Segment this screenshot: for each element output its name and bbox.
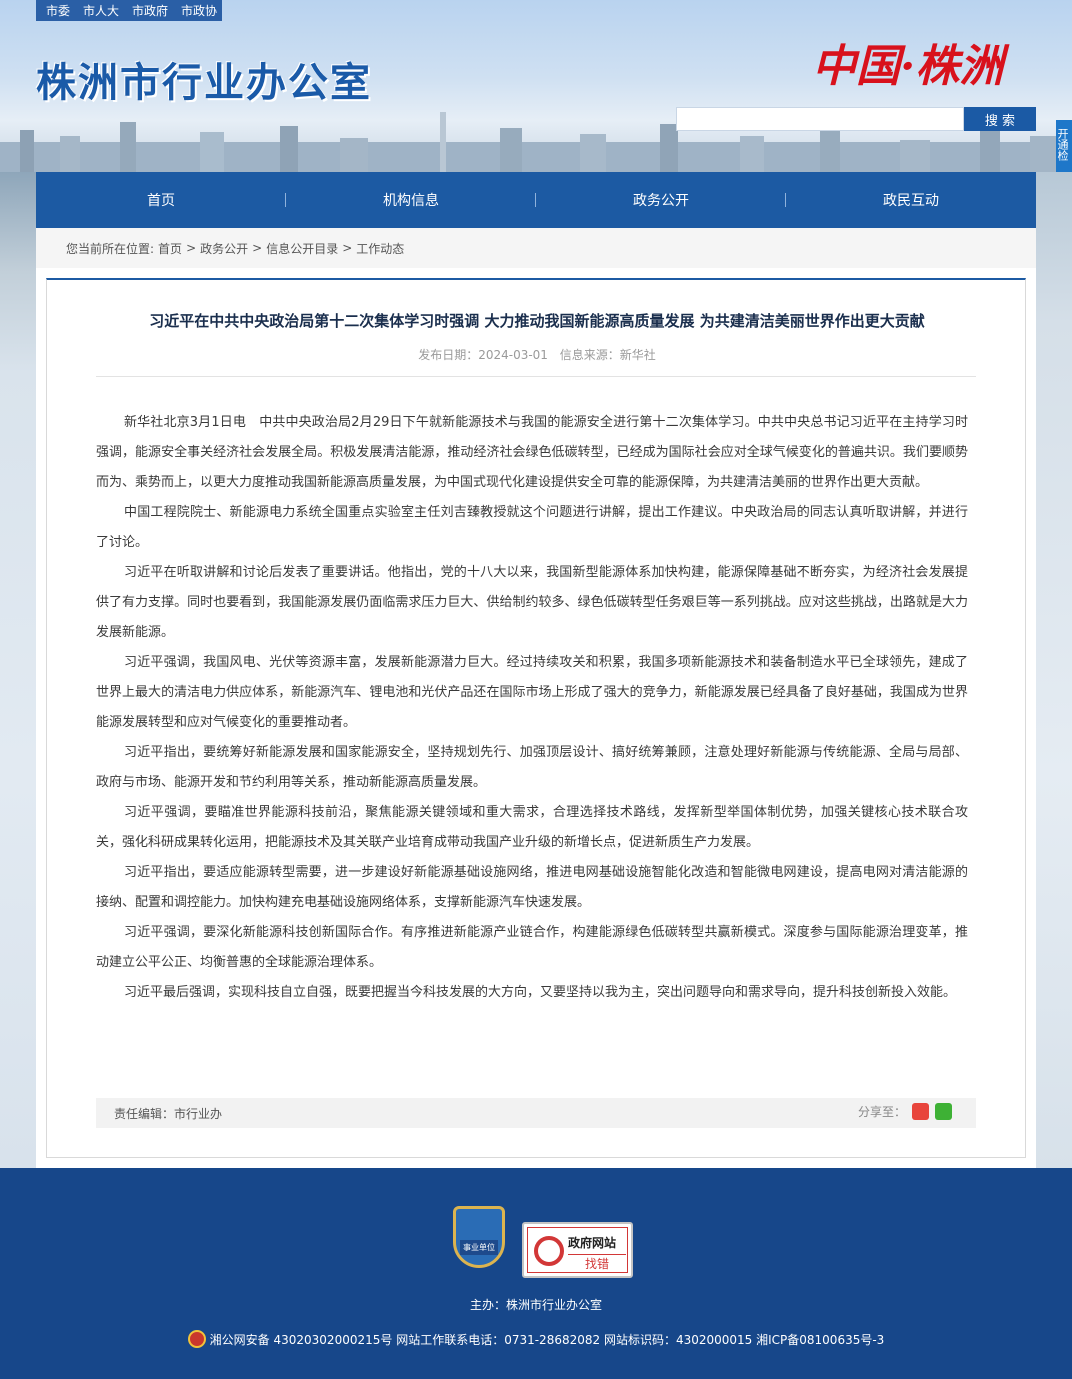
nav-item-label: 机构信息	[383, 193, 439, 209]
publish-date: 发布日期：2024-03-01	[418, 348, 548, 362]
nav-item-label: 政民互动	[883, 193, 939, 209]
weibo-icon[interactable]	[912, 1103, 929, 1120]
jiucuo-bottom-label: 找错	[568, 1254, 626, 1271]
jiucuo-frame: 政府网站 找错	[527, 1227, 628, 1273]
footer-info-text: 湘公网安备 43020302000215号 网站工作联系电话：0731-2868…	[209, 1332, 885, 1347]
top-link-peoples-congress[interactable]: 市人大	[83, 2, 119, 19]
nav-item-label: 首页	[147, 193, 175, 209]
title-divider	[96, 376, 976, 377]
search-button[interactable]: 搜 索	[964, 107, 1036, 131]
nav-item-gov-affairs[interactable]: 政务公开	[536, 172, 786, 228]
breadcrumb-item-gov-affairs[interactable]: 政务公开	[200, 240, 248, 257]
article-paragraph: 习近平强调，要瞄准世界能源科技前沿，聚焦能源关键领域和重大需求，合理选择技术路线…	[96, 805, 968, 850]
breadcrumb-separator: >	[252, 241, 263, 255]
jiucuo-top-label: 政府网站	[568, 1236, 617, 1250]
article-paragraph: 习近平指出，要适应能源转型需要，进一步建设好新能源基础设施网络，推进电网基础设施…	[96, 865, 968, 910]
wechat-icon[interactable]	[935, 1103, 952, 1120]
article-meta: 发布日期：2024-03-01 信息来源：新华社	[47, 346, 1027, 363]
article-paragraph: 习近平强调，要深化新能源科技创新国际合作。有序推进新能源产业链合作，构建能源绿色…	[96, 925, 968, 970]
share-group: 分享至：	[858, 1103, 952, 1120]
content-area: 习近平在中共中央政治局第十二次集体学习时强调 大力推动我国新能源高质量发展 为共…	[36, 268, 1036, 1168]
public-institution-badge-icon[interactable]: 事业单位	[453, 1206, 505, 1268]
article-paragraph: 习近平强调，我国风电、光伏等资源丰富，发展新能源潜力巨大。经过持续攻关和积累，我…	[96, 655, 968, 730]
right-scenery	[1036, 172, 1072, 1172]
nav-item-org-info[interactable]: 机构信息	[286, 172, 536, 228]
article-card: 习近平在中共中央政治局第十二次集体学习时强调 大力推动我国新能源高质量发展 为共…	[46, 278, 1026, 1158]
left-scenery	[0, 172, 36, 1172]
share-label: 分享至：	[857, 1105, 906, 1119]
police-badge-icon	[187, 1330, 206, 1348]
site-footer: 事业单位 政府网站 找错 主办：株洲市行业办公室 湘公网安备 430203020…	[0, 1168, 1072, 1379]
article-paragraph: 习近平指出，要统筹好新能源发展和国家能源安全，坚持规划先行、加强顶层设计、搞好统…	[96, 745, 968, 790]
breadcrumb-separator: >	[186, 241, 197, 255]
article-body: 新华社北京3月1日电 中共中央政治局2月29日下午就新能源技术与我国的能源安全进…	[96, 408, 968, 1008]
top-link-municipal-government[interactable]: 市政府	[132, 2, 168, 19]
info-source: 信息来源：新华社	[559, 348, 656, 362]
magnifier-icon	[534, 1236, 564, 1266]
breadcrumb-item-home[interactable]: 首页	[158, 240, 182, 257]
nav-item-interaction[interactable]: 政民互动	[786, 172, 1036, 228]
breadcrumb-separator: >	[342, 241, 353, 255]
breadcrumb-item-work-news[interactable]: 工作动态	[356, 240, 404, 257]
nav-item-label: 政务公开	[633, 193, 689, 209]
site-title: 株洲市行业办公室	[36, 60, 372, 106]
search-input[interactable]	[676, 107, 964, 131]
article-paragraph: 习近平在听取讲解和讨论后发表了重要讲话。他指出，党的十八大以来，我国新型能源体系…	[96, 565, 968, 640]
article-paragraph: 习近平最后强调，实现科技自立自强，既要把握当今科技发展的大方向，又要坚持以我为主…	[124, 985, 957, 1000]
article-title: 习近平在中共中央政治局第十二次集体学习时强调 大力推动我国新能源高质量发展 为共…	[149, 312, 925, 330]
china-zhuzhou-logo: 中国·株洲	[812, 41, 1004, 92]
top-link-cppcc[interactable]: 市政协	[181, 2, 217, 19]
responsible-editor: 责任编辑：市行业办	[114, 1106, 223, 1121]
article-footer-bar: 责任编辑：市行业办 分享至：	[96, 1098, 976, 1128]
top-link-municipal-committee[interactable]: 市委	[46, 2, 70, 19]
footer-info: 湘公网安备 43020302000215号 网站工作联系电话：0731-2868…	[0, 1330, 1072, 1348]
badge-label: 事业单位	[460, 1240, 498, 1255]
main-nav: 首页 机构信息 政务公开 政民互动	[36, 172, 1036, 228]
breadcrumb: 您当前所在位置: 首页 > 政务公开 > 信息公开目录 > 工作动态	[36, 228, 1036, 268]
nav-item-home[interactable]: 首页	[36, 172, 286, 228]
article-paragraph: 新华社北京3月1日电 中共中央政治局2月29日下午就新能源技术与我国的能源安全进…	[96, 415, 968, 490]
gov-website-error-report-button[interactable]: 政府网站 找错	[522, 1222, 633, 1278]
breadcrumb-prefix: 您当前所在位置:	[66, 241, 155, 256]
article-paragraph: 中国工程院院士、新能源电力系统全国重点实验室主任刘吉臻教授就这个问题进行讲解，提…	[96, 505, 968, 550]
footer-host: 主办：株洲市行业办公室	[469, 1298, 602, 1312]
top-links-bar: 市委 市人大 市政府 市政协	[36, 0, 222, 21]
breadcrumb-item-directory[interactable]: 信息公开目录	[266, 240, 338, 257]
